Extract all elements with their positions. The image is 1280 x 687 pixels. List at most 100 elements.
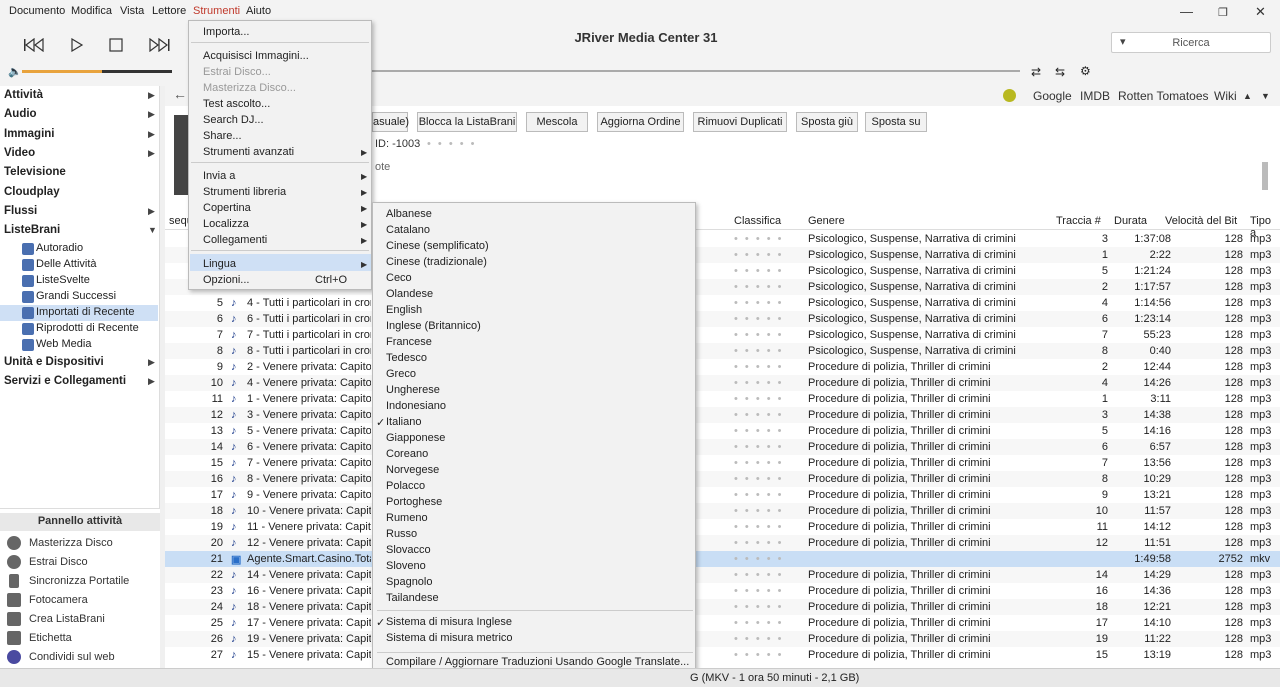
tools-menu-item[interactable]: Share...: [203, 130, 242, 142]
rating-stars[interactable]: • • • • •: [734, 617, 794, 629]
rating-stars[interactable]: • • • • •: [734, 265, 794, 277]
stop-icon[interactable]: [105, 36, 127, 54]
rating-stars[interactable]: • • • • •: [734, 633, 794, 645]
tools-menu-item[interactable]: Copertina: [203, 202, 251, 214]
table-row[interactable]: 16 8 - Venere privata: Capitolo Procedure …: [165, 471, 1280, 487]
table-row[interactable]: 26 19 - Venere privata: Capitolo Procedure…: [165, 631, 1280, 647]
language-item[interactable]: Sloveno: [386, 560, 426, 572]
rating-stars[interactable]: • • • • •: [734, 297, 794, 309]
shuffle-icon[interactable]: ⇆: [1055, 65, 1065, 79]
col-bitrate[interactable]: Velocità del Bit: [1165, 215, 1237, 227]
rating-stars[interactable]: • • • • •: [734, 425, 794, 437]
menu-documento[interactable]: Documento: [9, 5, 65, 17]
panel-item-estrai[interactable]: Estrai Disco: [29, 556, 88, 568]
volume-slider[interactable]: [22, 70, 172, 73]
rating-stars[interactable]: • • • • •: [734, 361, 794, 373]
language-item[interactable]: Greco: [386, 368, 416, 380]
sidebar-sub-grandi-successi[interactable]: Grandi Successi: [36, 290, 116, 302]
menu-vista[interactable]: Vista: [120, 5, 144, 17]
language-item[interactable]: Portoghese: [386, 496, 442, 508]
col-durata[interactable]: Durata: [1114, 215, 1147, 227]
table-row[interactable]: 20 12 - Venere privata: Capitolo Procedure…: [165, 535, 1280, 551]
language-item[interactable]: Catalano: [386, 224, 430, 236]
table-row[interactable]: 14 6 - Venere privata: Capitolo Procedure …: [165, 439, 1280, 455]
menu-modifica[interactable]: Modifica: [71, 5, 112, 17]
btn-rimuovi-duplicati[interactable]: Rimuovi Duplicati: [693, 112, 787, 132]
sidebar-item-attivita[interactable]: Attività: [4, 89, 43, 101]
sidebar-item-flussi[interactable]: Flussi: [4, 205, 37, 217]
sidebar-item-unita[interactable]: Unità e Dispositivi: [4, 356, 104, 368]
table-row[interactable]: 11 1 - Venere privata: Capitolo Procedure …: [165, 391, 1280, 407]
link-rotten-tomatoes[interactable]: Rotten Tomatoes: [1118, 89, 1209, 103]
previous-icon[interactable]: [23, 36, 45, 54]
chevron-down-icon[interactable]: ▼: [1261, 91, 1270, 101]
rating-stars[interactable]: • • • • •: [734, 441, 794, 453]
language-item[interactable]: Slovacco: [386, 544, 431, 556]
panel-item-crea-listabrani[interactable]: Crea ListaBrani: [29, 613, 105, 625]
tools-menu-item[interactable]: Acquisisci Immagini...: [203, 50, 309, 62]
btn-sposta-giu[interactable]: Sposta giù: [796, 112, 858, 132]
next-icon[interactable]: [148, 36, 170, 54]
language-item[interactable]: Tailandese: [386, 592, 439, 604]
rating-stars[interactable]: • • • • •: [734, 505, 794, 517]
language-item[interactable]: Ceco: [386, 272, 412, 284]
rating-stars[interactable]: • • • • •: [734, 233, 794, 245]
language-item[interactable]: Inglese (Britannico): [386, 320, 481, 332]
rating-stars[interactable]: • • • • •: [734, 649, 794, 661]
table-row[interactable]: 12 3 - Venere privata: Capitolo Procedure …: [165, 407, 1280, 423]
link-wiki[interactable]: Wiki: [1214, 89, 1237, 103]
tools-menu-item[interactable]: Collegamenti: [203, 234, 267, 246]
minimize-icon[interactable]: —: [1180, 4, 1193, 19]
rating-stars[interactable]: • • • • •: [734, 457, 794, 469]
language-item[interactable]: Polacco: [386, 480, 425, 492]
menu-aiuto[interactable]: Aiuto: [246, 5, 271, 17]
language-item[interactable]: Russo: [386, 528, 417, 540]
table-row[interactable]: 7 7 - Tutti i particolari in crona Psicolo…: [165, 327, 1280, 343]
link-google[interactable]: Google: [1033, 89, 1072, 103]
col-genere[interactable]: Genere: [808, 215, 845, 227]
table-row[interactable]: 23 16 - Venere privata: Capitolo Procedure…: [165, 583, 1280, 599]
table-row[interactable]: 6 6 - Tutti i particolari in crona Psicolo…: [165, 311, 1280, 327]
rating-stars[interactable]: • • • • •: [734, 601, 794, 613]
sidebar-item-cloudplay[interactable]: Cloudplay: [4, 186, 60, 198]
table-row[interactable]: 27 15 - Venere privata: Capitolo Procedure…: [165, 647, 1280, 663]
language-item[interactable]: Ungherese: [386, 384, 440, 396]
language-item[interactable]: Giapponese: [386, 432, 445, 444]
language-item[interactable]: Rumeno: [386, 512, 428, 524]
panel-item-condividi[interactable]: Condividi sul web: [29, 651, 115, 663]
sidebar-item-video[interactable]: Video: [4, 147, 35, 159]
language-item[interactable]: Cinese (semplificato): [386, 240, 489, 252]
rating-stars[interactable]: • • • • •: [734, 345, 794, 357]
sidebar-item-televisione[interactable]: Televisione: [4, 166, 66, 178]
language-item[interactable]: Coreano: [386, 448, 428, 460]
close-icon[interactable]: ✕: [1255, 4, 1266, 20]
rating-stars[interactable]: • • • • •: [734, 537, 794, 549]
gear-icon[interactable]: ⚙: [1080, 64, 1091, 78]
sidebar-item-immagini[interactable]: Immagini: [4, 128, 54, 140]
table-row[interactable]: 13 5 - Venere privata: Capitolo Procedure …: [165, 423, 1280, 439]
unit-system-item[interactable]: Sistema di misura Inglese: [386, 616, 512, 628]
rating-stars[interactable]: • • • • •: [734, 377, 794, 389]
volume-icon[interactable]: 🔈: [8, 65, 22, 78]
tools-menu-item[interactable]: Localizza: [203, 218, 249, 230]
col-classifica[interactable]: Classifica: [734, 215, 781, 227]
search-box[interactable]: ▾ Ricerca: [1111, 32, 1271, 53]
translate-google-item[interactable]: Compilare / Aggiornare Traduzioni Usando…: [386, 656, 689, 668]
rating-stars[interactable]: • • • • •: [734, 553, 794, 565]
sidebar-sub-delle-attivita[interactable]: Delle Attività: [36, 258, 97, 270]
link-imdb[interactable]: IMDB: [1080, 89, 1110, 103]
sidebar-item-audio[interactable]: Audio: [4, 108, 37, 120]
tools-menu-item[interactable]: Search DJ...: [203, 114, 264, 126]
table-row[interactable]: 19 11 - Venere privata: Capitolo Procedure…: [165, 519, 1280, 535]
tools-menu-item[interactable]: Invia a: [203, 170, 235, 182]
sidebar-sub-listesvelte[interactable]: ListeSvelte: [36, 274, 90, 286]
btn-sposta-su[interactable]: Sposta su: [865, 112, 927, 132]
maximize-icon[interactable]: ❐: [1218, 6, 1228, 19]
sidebar-sub-importati[interactable]: Importati di Recente: [36, 306, 134, 318]
language-item[interactable]: Albanese: [386, 208, 432, 220]
language-item[interactable]: Norvegese: [386, 464, 439, 476]
rating-stars[interactable]: • • • • •: [734, 585, 794, 597]
btn-blocca[interactable]: Blocca la ListaBrani: [417, 112, 517, 132]
scrollbar[interactable]: [1262, 162, 1268, 190]
rating-stars[interactable]: • • • • •: [734, 521, 794, 533]
